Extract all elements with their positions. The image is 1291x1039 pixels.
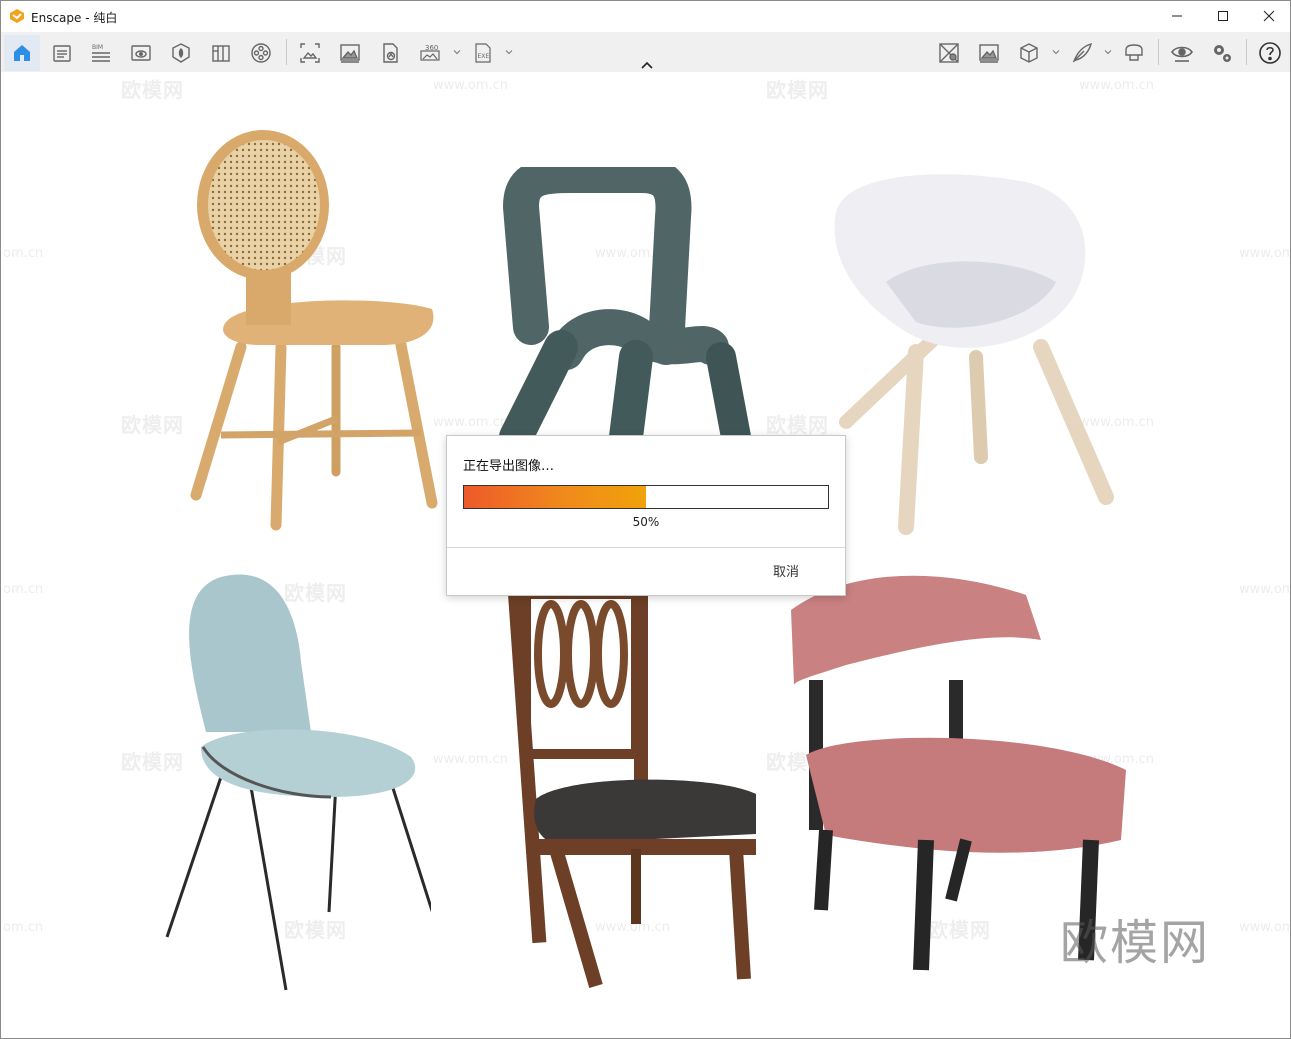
screenshot-button[interactable] [332, 35, 368, 71]
watermark-site: www.om.cn [1239, 246, 1290, 261]
watermark-large-brand: 欧模网 [1060, 915, 1211, 971]
minimize-icon [1172, 15, 1182, 17]
eye-icon [1171, 46, 1193, 62]
export-panorama-button[interactable] [372, 35, 408, 71]
dialog-divider [447, 547, 845, 548]
visual-settings-icon [131, 45, 151, 61]
watermark-site: www.om.cn [1239, 920, 1290, 935]
help-button[interactable] [1252, 35, 1288, 71]
dialog-title: 正在导出图像… [463, 459, 555, 474]
white-shell-chair [834, 174, 1114, 535]
watermark-site: www.om.cn [1079, 78, 1154, 93]
window-title: Enscape - 纯白 [31, 11, 118, 25]
sync-views-button[interactable] [1011, 35, 1047, 71]
home-icon [14, 45, 30, 61]
video-editor-icon [251, 43, 271, 63]
chevron-down-icon[interactable] [1104, 48, 1112, 56]
watermark-brand: 欧模网 [766, 413, 829, 437]
gear-icon [1214, 45, 1231, 62]
bim-icon: BIM [92, 44, 110, 62]
close-button[interactable] [1246, 1, 1291, 31]
carved-wood-chair [508, 594, 756, 988]
vr-headset-icon [1125, 44, 1143, 61]
watermark-site: om.cn [3, 582, 44, 597]
batch-render-icon [300, 43, 320, 63]
screenshot-icon [340, 44, 360, 63]
watermark-site: www.om.cn [433, 78, 508, 93]
watermark-brand: 欧模网 [121, 78, 184, 102]
svg-text:BIM: BIM [92, 44, 103, 51]
feather-icon [1072, 42, 1093, 63]
watermark-brand: 欧模网 [766, 78, 829, 102]
title-bar: Enscape - 纯白 [1, 1, 1290, 31]
watermark-brand: 欧模网 [121, 413, 184, 437]
help-icon [1259, 42, 1281, 64]
export-panorama-icon [383, 43, 398, 63]
view-visibility-button[interactable] [1164, 35, 1200, 71]
toolbar-separator [286, 39, 287, 65]
progress-fill [464, 486, 646, 508]
export-360-icon: 360 [420, 44, 440, 61]
render-viewport[interactable]: 欧模网 www.om.cn 欧模网 www.om.cn om.cn 欧模网 ww… [1, 72, 1290, 1038]
tube-chair [499, 167, 751, 437]
toolbar-separator [1158, 39, 1159, 65]
export-exe-button[interactable]: EXE [465, 35, 501, 71]
watermark-site: om.cn [3, 246, 44, 261]
cube-icon [1020, 43, 1038, 63]
views-icon [53, 45, 71, 62]
asset-library-icon [172, 43, 190, 63]
chevron-down-icon[interactable] [453, 48, 461, 56]
svg-text:EXE: EXE [478, 53, 490, 60]
export-progress-dialog: 正在导出图像… 50% 取消 [446, 435, 846, 596]
toolbar-separator [1246, 39, 1247, 65]
video-editor-button[interactable] [243, 35, 279, 71]
collaboration-button[interactable] [1064, 35, 1100, 71]
beetle-chair [165, 574, 431, 991]
settings-button[interactable] [1204, 35, 1240, 71]
chevron-down-icon[interactable] [1052, 48, 1060, 56]
enscape-logo-icon [10, 9, 24, 23]
export-exe-icon: EXE [475, 43, 491, 63]
views-button[interactable] [44, 35, 80, 71]
minimize-button[interactable] [1154, 1, 1200, 31]
rattan-back-chair [190, 130, 438, 531]
export-360-button[interactable]: 360 [412, 35, 448, 71]
visual-settings-button[interactable] [123, 35, 159, 71]
cancel-button[interactable]: 取消 [773, 561, 799, 580]
maximize-icon [1218, 11, 1228, 21]
material-editor-button[interactable] [203, 35, 239, 71]
gallery-icon [979, 44, 999, 63]
watermark-site: om.cn [3, 920, 44, 935]
material-editor-icon [212, 45, 230, 62]
progress-percent-label: 50% [632, 515, 660, 529]
watermark-site: www.om.cn [1239, 582, 1290, 597]
upload-gallery-button[interactable] [931, 35, 967, 71]
maximize-button[interactable] [1200, 1, 1246, 31]
collapse-toolbar-icon[interactable] [639, 59, 655, 71]
enscape-window: Enscape - 纯白 BIM 360 EXE 欧模网 www.om.cn 欧… [0, 0, 1291, 1039]
gallery-button[interactable] [971, 35, 1007, 71]
asset-library-button[interactable] [163, 35, 199, 71]
home-button[interactable] [4, 35, 40, 71]
bim-button[interactable]: BIM [83, 35, 119, 71]
batch-render-button[interactable] [292, 35, 328, 71]
chevron-down-icon[interactable] [505, 48, 513, 56]
vr-headset-button[interactable] [1116, 35, 1152, 71]
close-icon [1263, 10, 1275, 22]
upload-gallery-icon [939, 43, 959, 63]
export-progress-bar [463, 485, 829, 509]
